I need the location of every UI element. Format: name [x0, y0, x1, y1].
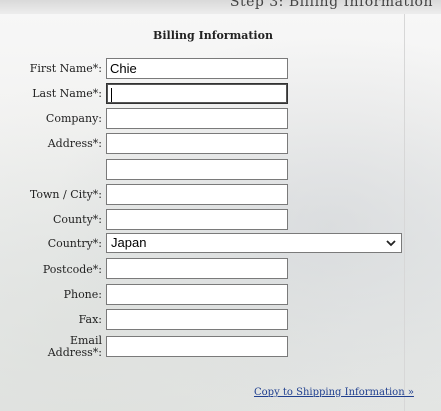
address-line2-input[interactable] — [106, 159, 288, 180]
address-line1-input[interactable] — [106, 133, 288, 154]
last-name-input[interactable] — [106, 83, 288, 104]
county-input[interactable] — [106, 209, 288, 230]
last-name-label: Last Name*: — [32, 87, 102, 100]
phone-input[interactable] — [106, 284, 288, 305]
postcode-label: Postcode*: — [42, 263, 102, 276]
copy-to-shipping-link[interactable]: Copy to Shipping Information » — [254, 387, 414, 398]
email-label-line2: Address*: — [47, 346, 102, 359]
country-select[interactable]: Japan — [106, 233, 402, 253]
phone-label: Phone: — [63, 288, 102, 301]
first-name-input[interactable]: Chie — [106, 58, 288, 79]
fax-input[interactable] — [106, 309, 288, 330]
chevron-down-icon — [386, 240, 396, 247]
country-selected-value: Japan — [111, 235, 147, 250]
billing-section-title: Billing Information — [153, 29, 273, 42]
town-city-input[interactable] — [106, 184, 288, 205]
header-partial-text: Step 3: Billing Information — [229, 0, 433, 10]
first-name-label: First Name*: — [29, 62, 102, 75]
text-caret — [111, 87, 112, 102]
fax-label: Fax: — [78, 313, 102, 326]
header-strip: Step 3: Billing Information — [0, 0, 441, 14]
company-label: Company: — [45, 112, 102, 125]
postcode-input[interactable] — [106, 258, 288, 279]
company-input[interactable] — [106, 108, 288, 129]
email-input[interactable] — [106, 336, 288, 357]
address-label: Address*: — [47, 137, 102, 150]
town-city-label: Town / City*: — [29, 188, 102, 201]
county-label: County*: — [52, 213, 102, 226]
column-divider — [404, 14, 405, 411]
country-label: Country*: — [47, 237, 102, 250]
